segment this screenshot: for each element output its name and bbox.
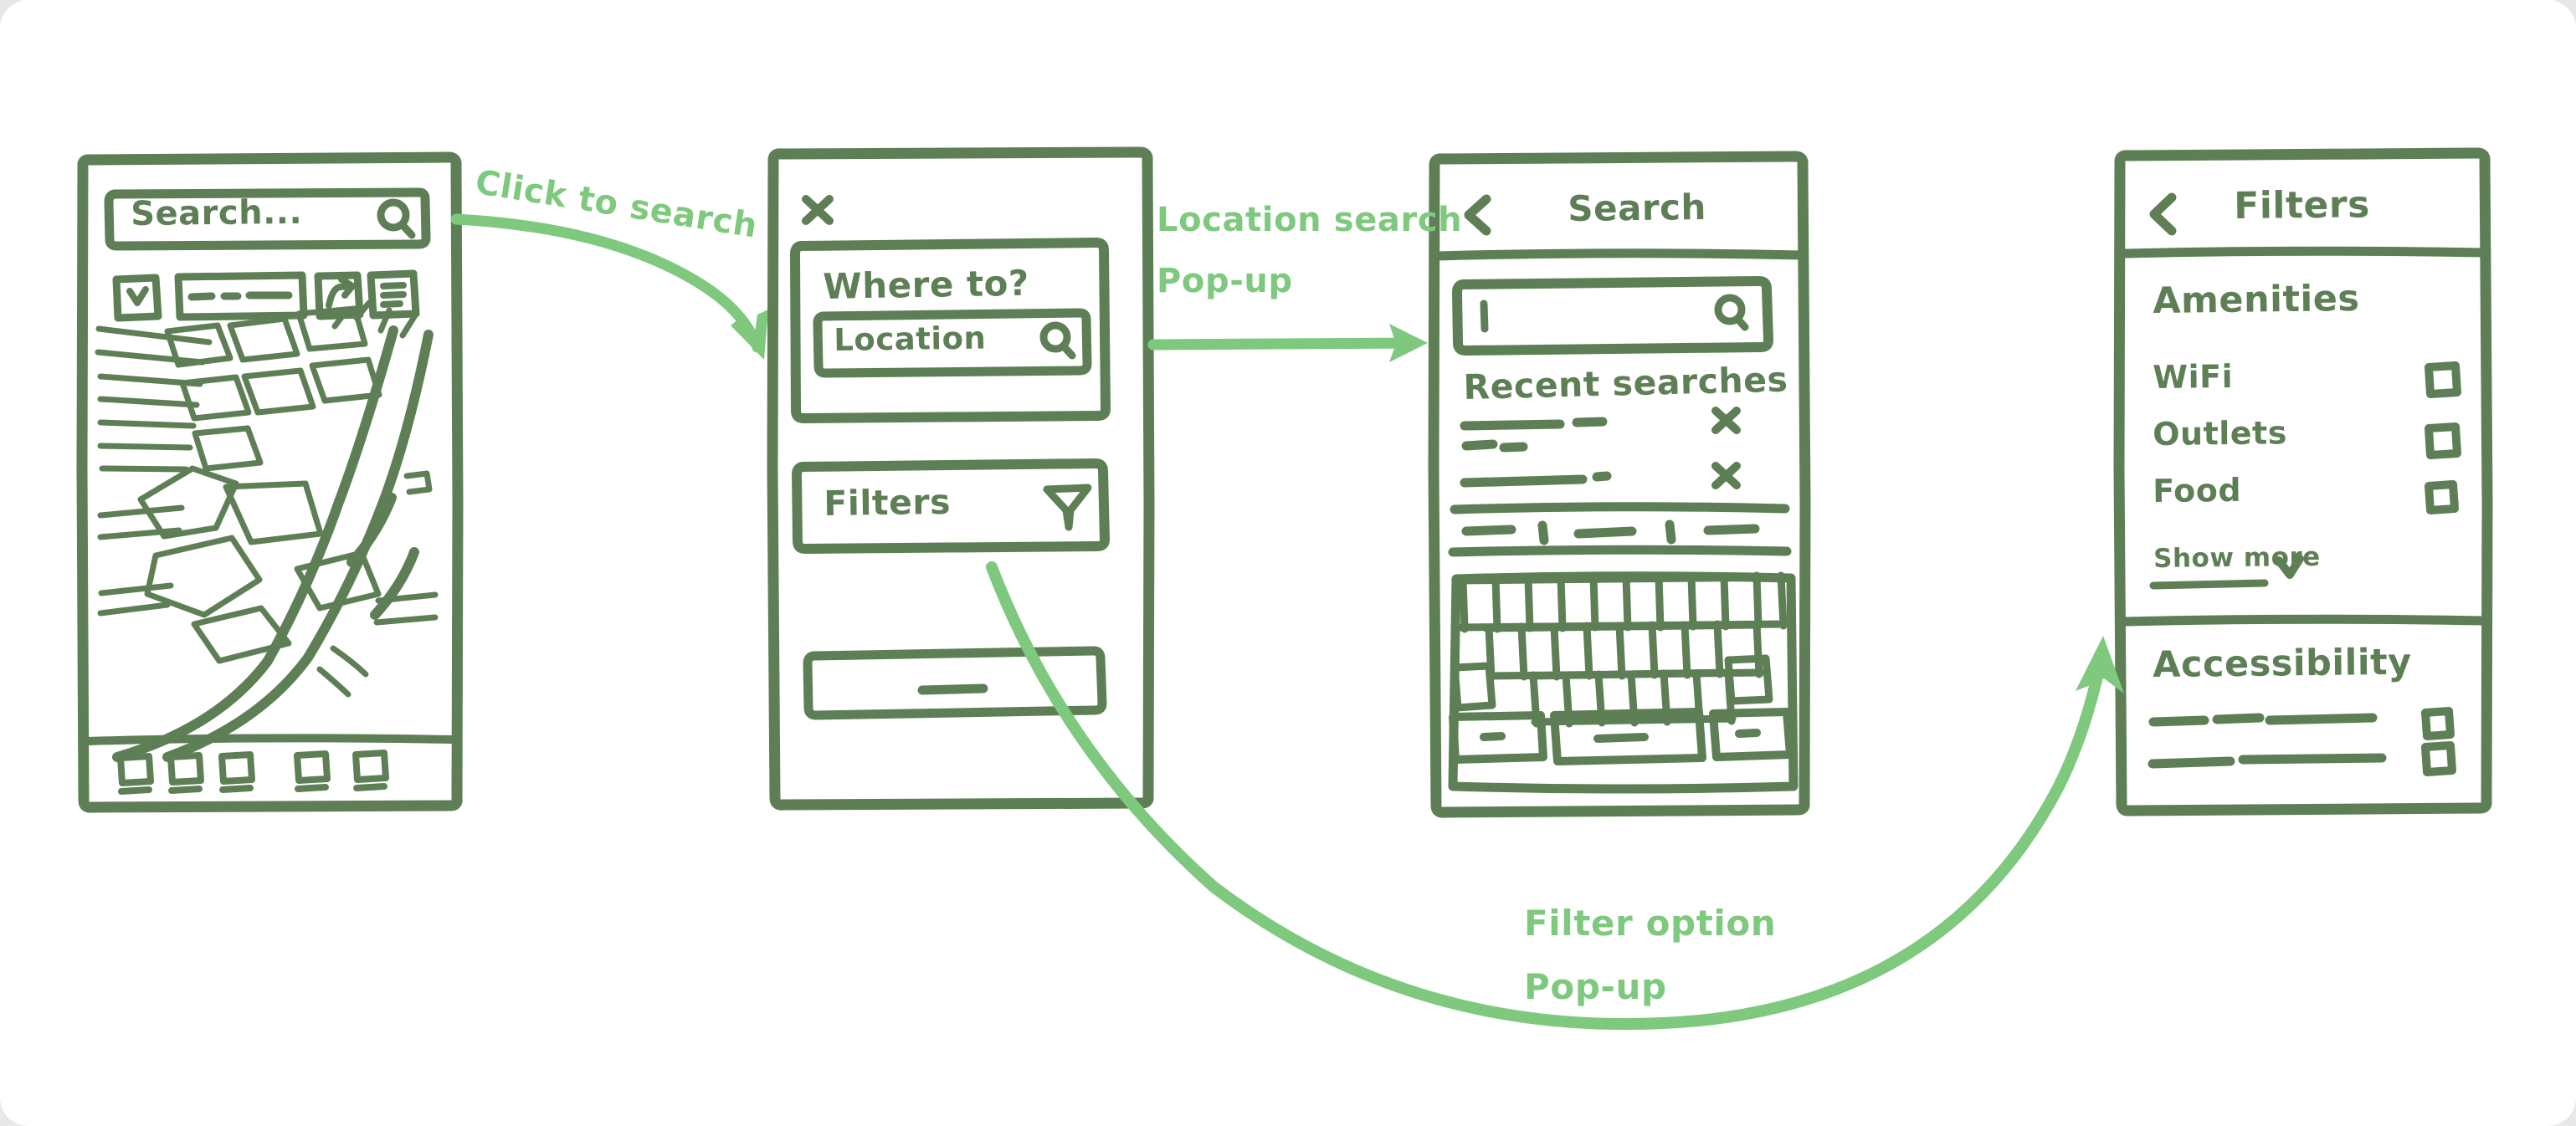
shift-key — [1450, 662, 1496, 712]
annotation-filter-option-arrow — [986, 561, 2124, 1031]
annotation-click-to-search-label: Click to search — [472, 163, 761, 246]
filter-option-label-outlets: Outlets — [2153, 414, 2288, 453]
annotation-location-search-line1: Location search — [1157, 201, 1463, 239]
filter-option-label-wifi: WiFi — [2153, 357, 2234, 396]
result-card-placeholder[interactable] — [803, 646, 1107, 720]
search-back-icon[interactable] — [1464, 194, 1491, 236]
location-input-value: Location — [834, 320, 987, 358]
recent-search-list[interactable] — [1460, 407, 1741, 489]
amenities-heading: Amenities — [2153, 277, 2360, 322]
map-tab-bar[interactable] — [83, 734, 458, 795]
map-canvas[interactable] — [95, 299, 439, 762]
suggestion-chips-row[interactable] — [1448, 519, 1792, 557]
annotation-filter-option-line2: Pop-up — [1524, 966, 1667, 1007]
annotation-location-search-line2: Pop-up — [1157, 262, 1293, 300]
filters-checkboxes[interactable] — [2421, 361, 2461, 776]
recent-searches-heading: Recent searches — [1463, 359, 1788, 407]
where-to-heading: Where to? — [823, 262, 1030, 307]
annotation-location-search-arrow — [1147, 324, 1428, 362]
filters-button-label: Filters — [824, 481, 952, 524]
sheet-close-icon[interactable] — [802, 195, 834, 225]
search-sheet-frame — [767, 146, 1155, 811]
filters-screen-title: Filters — [2234, 183, 2371, 228]
accessibility-placeholder-lines — [2148, 713, 2387, 769]
accessibility-heading: Accessibility — [2153, 641, 2412, 686]
filter-option-label-food: Food — [2153, 471, 2242, 509]
show-more-label[interactable]: Show more — [2153, 542, 2321, 574]
wireframe-canvas: Search... Where to? Location Filters Sea… — [0, 0, 2576, 1126]
on-screen-keyboard[interactable] — [1448, 571, 1799, 794]
search-results-frame — [1428, 151, 1811, 818]
annotation-filter-option-line1: Filter option — [1524, 903, 1777, 944]
map-search-placeholder: Search... — [131, 192, 303, 233]
backspace-key — [1724, 654, 1773, 705]
search-results-input[interactable] — [1452, 276, 1773, 356]
filters-back-icon[interactable] — [2149, 192, 2177, 236]
map-toolbar-row[interactable] — [112, 269, 420, 322]
map-screen-frame — [76, 151, 464, 813]
search-screen-title: Search — [1568, 186, 1707, 229]
recent-divider — [1450, 502, 1790, 514]
